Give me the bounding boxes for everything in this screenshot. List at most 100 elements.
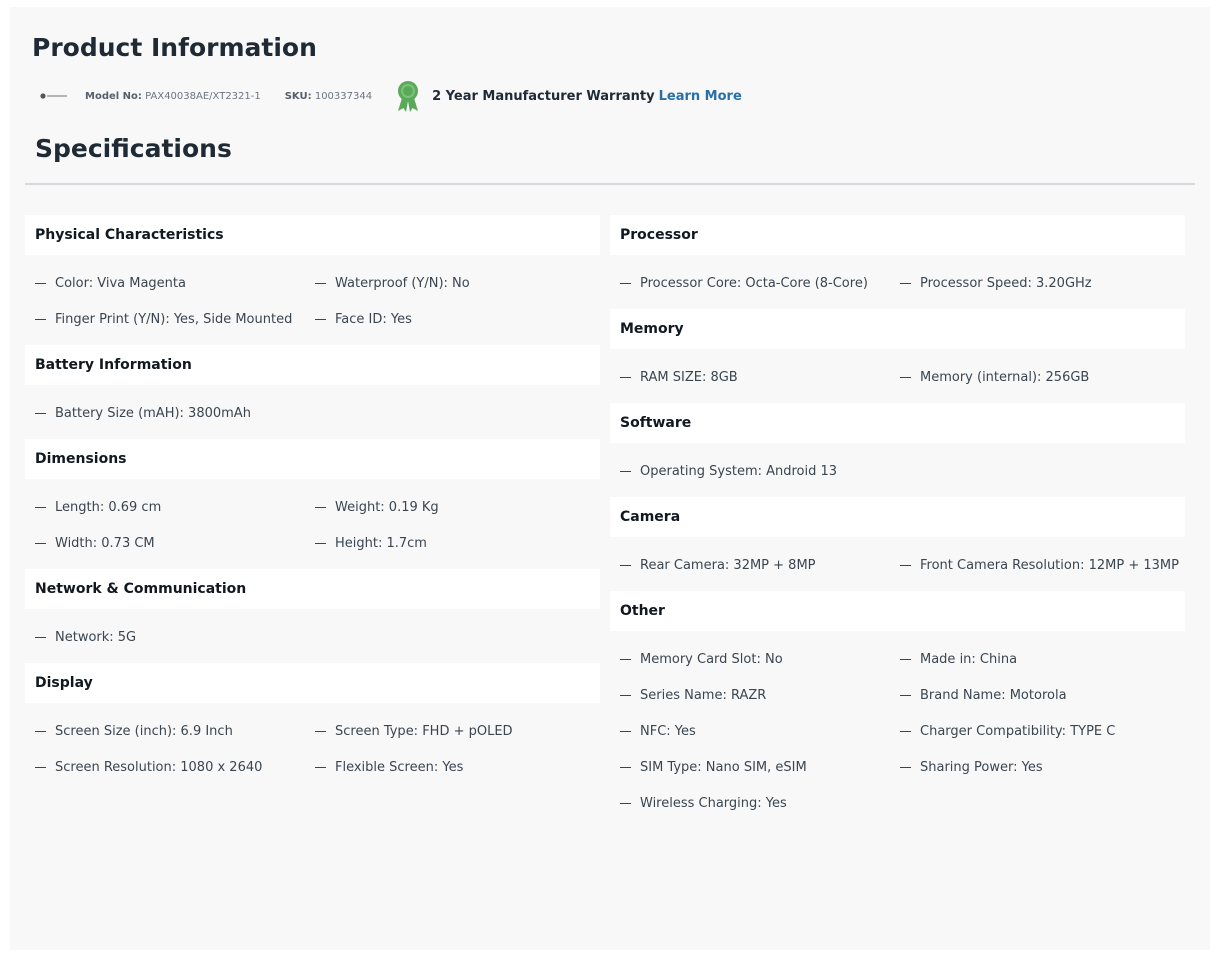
dash-bullet-icon: [315, 766, 326, 768]
spec-item-text: Memory (internal): 256GB: [920, 369, 1090, 385]
spec-item: Weight: 0.19 Kg: [315, 489, 595, 525]
spec-item: Width: 0.73 CM: [35, 525, 315, 561]
spec-item-text: Finger Print (Y/N): Yes, Side Mounted: [55, 311, 293, 327]
spec-group-items: Length: 0.69 cm Weight: 0.19 Kg Width: 0.7…: [25, 479, 600, 569]
spec-item: Front Camera Resolution: 12MP + 13MP: [900, 547, 1180, 583]
product-info-panel: Product Information Model No: PAX40038AE…: [10, 7, 1210, 950]
spec-group-items: RAM SIZE: 8GB Memory (internal): 256GB: [610, 349, 1185, 403]
spec-group-items: Color: Viva Magenta Waterproof (Y/N): No F…: [25, 255, 600, 345]
spec-item: Processor Core: Octa-Core (8-Core): [620, 265, 900, 301]
spec-item: NFC: Yes: [620, 713, 900, 749]
dash-bullet-icon: [620, 376, 631, 378]
dash-bullet-icon: [35, 542, 46, 544]
warranty-text: 2 Year Manufacturer Warranty: [432, 88, 655, 104]
spec-item: Rear Camera: 32MP + 8MP: [620, 547, 900, 583]
award-ribbon-icon: [396, 80, 420, 112]
model-number: Model No: PAX40038AE/XT2321-1: [85, 91, 261, 102]
spec-group-items: Operating System: Android 13: [610, 443, 1185, 497]
spec-item-text: Screen Type: FHD + pOLED: [335, 723, 513, 739]
dash-bullet-icon: [900, 694, 911, 696]
spec-item-text: Series Name: RAZR: [640, 687, 767, 703]
spec-item-text: Processor Core: Octa-Core (8-Core): [640, 275, 868, 291]
spec-group-title-dimensions: Dimensions: [25, 439, 600, 479]
spec-item-text: Rear Camera: 32MP + 8MP: [640, 557, 816, 573]
dash-bullet-icon: [620, 564, 631, 566]
dash-bullet-icon: [315, 282, 326, 284]
spec-item: Memory Card Slot: No: [620, 641, 900, 677]
section-divider: [25, 183, 1195, 185]
page-title: Product Information: [32, 33, 317, 62]
dash-bullet-icon: [620, 802, 631, 804]
spec-item-text: SIM Type: Nano SIM, eSIM: [640, 759, 807, 775]
model-number-label: Model No:: [85, 90, 142, 102]
dash-bullet-icon: [315, 542, 326, 544]
dash-bullet-icon: [900, 564, 911, 566]
spec-item-text: Screen Size (inch): 6.9 Inch: [55, 723, 233, 739]
spec-item-text: Made in: China: [920, 651, 1018, 667]
dash-bullet-icon: [35, 318, 46, 320]
spec-item-text: Memory Card Slot: No: [640, 651, 783, 667]
spec-group-title-processor: Processor: [610, 215, 1185, 255]
model-number-value: PAX40038AE/XT2321-1: [145, 90, 261, 102]
dash-bullet-icon: [620, 730, 631, 732]
sku-value: 100337344: [314, 90, 373, 102]
spec-item: Face ID: Yes: [315, 301, 595, 337]
spec-item: Waterproof (Y/N): No: [315, 265, 595, 301]
dash-bullet-icon: [35, 636, 46, 638]
spec-item-text: Flexible Screen: Yes: [335, 759, 464, 775]
spec-item-text: Sharing Power: Yes: [920, 759, 1043, 775]
dash-bullet-icon: [620, 282, 631, 284]
spec-group-title-network-communication: Network & Communication: [25, 569, 600, 609]
dash-bullet-icon: [620, 658, 631, 660]
spec-group-items: Battery Size (mAH): 3800mAh: [25, 385, 600, 439]
spec-item: Length: 0.69 cm: [35, 489, 315, 525]
spec-group-title-software: Software: [610, 403, 1185, 443]
dash-bullet-icon: [900, 766, 911, 768]
specs-right-column: Processor Processor Core: Octa-Core (8-Co…: [610, 215, 1185, 829]
spec-item: Wireless Charging: Yes: [620, 785, 900, 821]
spec-item: Network: 5G: [35, 619, 315, 655]
spec-item-text: Waterproof (Y/N): No: [335, 275, 470, 291]
spec-item: RAM SIZE: 8GB: [620, 359, 900, 395]
spec-item-text: Operating System: Android 13: [640, 463, 838, 479]
spec-item: Series Name: RAZR: [620, 677, 900, 713]
spec-item-text: Network: 5G: [55, 629, 137, 645]
dash-bullet-icon: [315, 318, 326, 320]
spec-group-items: Processor Core: Octa-Core (8-Core) Proces…: [610, 255, 1185, 309]
spec-item-text: Height: 1.7cm: [335, 535, 427, 551]
spec-item: Operating System: Android 13: [620, 453, 900, 489]
spec-item-text: Length: 0.69 cm: [55, 499, 162, 515]
spec-item: Screen Type: FHD + pOLED: [315, 713, 595, 749]
spec-item: Sharing Power: Yes: [900, 749, 1180, 785]
dash-bullet-icon: [315, 730, 326, 732]
spec-item: Battery Size (mAH): 3800mAh: [35, 395, 315, 431]
spec-item: Finger Print (Y/N): Yes, Side Mounted: [35, 301, 315, 337]
product-meta-row: Model No: PAX40038AE/XT2321-1 SKU: 10033…: [40, 80, 742, 112]
spec-item: Brand Name: Motorola: [900, 677, 1180, 713]
dash-bullet-icon: [315, 506, 326, 508]
dash-bullet-icon: [900, 730, 911, 732]
dash-bullet-icon: [620, 694, 631, 696]
spec-group-title-camera: Camera: [610, 497, 1185, 537]
specs-left-column: Physical Characteristics Color: Viva Mage…: [25, 215, 600, 793]
spec-item-text: Width: 0.73 CM: [55, 535, 155, 551]
spec-group-title-display: Display: [25, 663, 600, 703]
dash-bullet-icon: [620, 470, 631, 472]
spec-item: Flexible Screen: Yes: [315, 749, 595, 785]
brand-logo-icon: [40, 92, 68, 100]
spec-group-items: Screen Size (inch): 6.9 Inch Screen Type:…: [25, 703, 600, 793]
spec-item-text: Charger Compatibility: TYPE C: [920, 723, 1116, 739]
sku: SKU: 100337344: [285, 91, 372, 102]
dash-bullet-icon: [900, 282, 911, 284]
spec-item: Color: Viva Magenta: [35, 265, 315, 301]
dash-bullet-icon: [35, 730, 46, 732]
dash-bullet-icon: [35, 282, 46, 284]
spec-item-text: Wireless Charging: Yes: [640, 795, 787, 811]
spec-group-title-other: Other: [610, 591, 1185, 631]
learn-more-link[interactable]: Learn More: [659, 89, 742, 104]
spec-item-text: Brand Name: Motorola: [920, 687, 1067, 703]
dash-bullet-icon: [900, 658, 911, 660]
spec-item-text: Weight: 0.19 Kg: [335, 499, 439, 515]
spec-group-items: Memory Card Slot: No Made in: China Series…: [610, 631, 1185, 829]
spec-item-text: Color: Viva Magenta: [55, 275, 186, 291]
